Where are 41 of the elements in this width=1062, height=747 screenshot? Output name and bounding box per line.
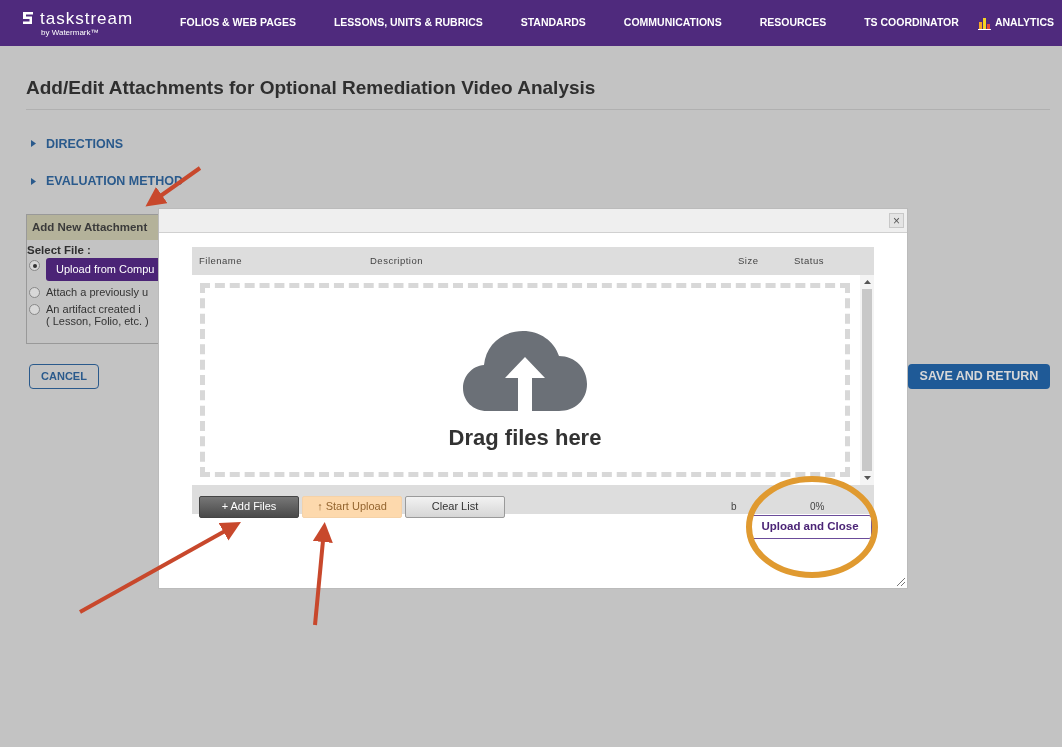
radio-button[interactable] (29, 286, 40, 298)
column-header: Filename (199, 253, 244, 268)
section-toggle[interactable]: DIRECTIONS (30, 134, 124, 154)
logo-subtitle: by Watermark™ (40, 28, 100, 37)
nav-link[interactable]: STANDARDS (501, 15, 605, 31)
toolbar-button[interactable]: Clear List (405, 495, 505, 518)
column-header: Size (738, 253, 760, 268)
option-label: An artifact created i (46, 302, 142, 315)
option-note: ( Lesson, Folio, etc. ) (46, 314, 149, 327)
save-and-return-button[interactable]: SAVE AND RETURN (908, 364, 1050, 389)
column-header: Status (794, 253, 825, 268)
nav-link[interactable]: FOLIOS & WEB PAGES (161, 15, 315, 31)
option-label: Attach a previously u (46, 285, 149, 298)
select-file-label: Select File : (27, 244, 91, 256)
radio-button[interactable] (29, 260, 40, 271)
close-button[interactable]: × (889, 213, 904, 228)
toolbar-button[interactable]: ↑ Start Upload (302, 495, 402, 518)
resize-grip-icon (897, 578, 905, 586)
drop-zone[interactable]: Drag files here (200, 283, 850, 477)
radio-button[interactable] (29, 303, 40, 315)
scroll-down-icon[interactable] (863, 476, 871, 480)
caret-icon (30, 140, 36, 148)
bar-chart-icon (977, 16, 991, 30)
toolbar-button[interactable]: + Add Files (199, 495, 299, 518)
total-size: b (731, 500, 738, 514)
nav-link[interactable]: TS COORDINATOR (845, 15, 978, 31)
cloud-upload-icon (461, 330, 589, 411)
drop-text: Drag files here (448, 423, 602, 452)
analytics-link[interactable]: ANALYTICS (994, 15, 1054, 31)
nav-link[interactable]: RESOURCES (740, 15, 846, 31)
column-header: Description (370, 253, 425, 268)
nav-link[interactable]: COMMUNICATIONS (604, 15, 741, 31)
logo-text[interactable]: taskstream (40, 9, 134, 27)
cancel-button[interactable]: CANCEL (29, 364, 99, 389)
logo-icon (22, 11, 34, 25)
scrollbar[interactable] (860, 275, 874, 485)
scroll-up-icon[interactable] (863, 280, 871, 284)
caret-icon (30, 178, 36, 186)
nav-link[interactable]: LESSONS, UNITS & RUBRICS (314, 15, 502, 31)
page-title: Add/Edit Attachments for Optional Remediation Video Analysis (26, 46, 1050, 110)
total-status: 0% (810, 500, 826, 514)
